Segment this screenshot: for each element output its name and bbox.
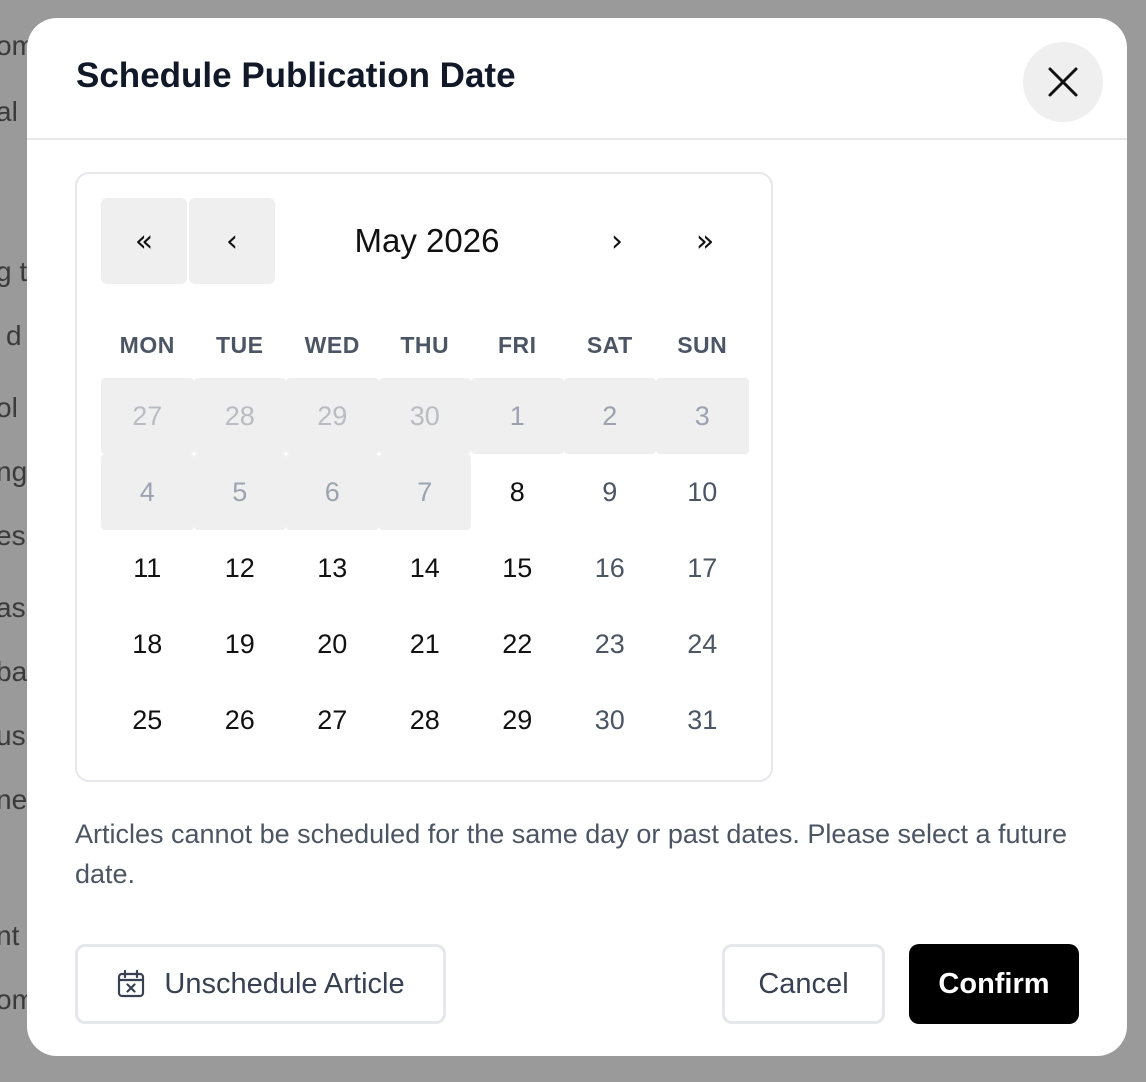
calendar-day[interactable]: 14 (379, 530, 472, 606)
calendar-day[interactable]: 27 (286, 682, 379, 758)
next-month-button[interactable]: › (574, 198, 660, 284)
confirm-button[interactable]: Confirm (909, 944, 1079, 1024)
calendar-day[interactable]: 21 (379, 606, 472, 682)
calendar-day: 6 (286, 454, 379, 530)
cancel-button[interactable]: Cancel (722, 944, 885, 1024)
calendar-day: 3 (656, 378, 749, 454)
calendar-day[interactable]: 25 (101, 682, 194, 758)
calendar-day[interactable]: 11 (101, 530, 194, 606)
weekday-label: THU (400, 332, 450, 358)
unschedule-label: Unschedule Article (164, 967, 405, 1000)
calendar-day[interactable]: 29 (471, 682, 564, 758)
weekday-header: MON TUE WED THU FRI SAT SUN (101, 332, 749, 359)
calendar-day[interactable]: 15 (471, 530, 564, 606)
next-year-button[interactable]: » (662, 198, 748, 284)
calendar-day: 5 (193, 454, 286, 530)
weekday-label: SAT (586, 332, 633, 358)
calendar-day[interactable]: 20 (286, 606, 379, 682)
calendar-day[interactable]: 18 (101, 606, 194, 682)
weekday-label: FRI (497, 332, 537, 358)
calendar-day[interactable]: 8 (471, 454, 564, 530)
weekday-label: MON (119, 332, 175, 358)
close-icon (1047, 66, 1079, 98)
background-text: us (0, 720, 26, 751)
prev-year-button[interactable]: « (101, 198, 187, 284)
dialog-title: Schedule Publication Date (76, 56, 516, 95)
background-text: ol (0, 392, 18, 423)
close-button[interactable] (1023, 42, 1103, 122)
calendar-x-icon (116, 969, 146, 999)
calendar-day[interactable]: 13 (286, 530, 379, 606)
calendar-day[interactable]: 9 (564, 454, 657, 530)
calendar-day: 28 (193, 378, 286, 454)
calendar-day[interactable]: 19 (194, 606, 287, 682)
calendar-day[interactable]: 24 (656, 606, 749, 682)
background-text: ne (0, 784, 28, 815)
calendar-day[interactable]: 28 (379, 682, 472, 758)
background-text: al (0, 96, 18, 127)
calendar-day[interactable]: 31 (656, 682, 749, 758)
calendar-day[interactable]: 23 (564, 606, 657, 682)
calendar-day: 30 (378, 378, 471, 454)
background-text: as (0, 592, 26, 623)
calendar-day[interactable]: 26 (194, 682, 287, 758)
background-text: ba (0, 656, 28, 687)
calendar-day[interactable]: 10 (656, 454, 749, 530)
calendar-day: 7 (378, 454, 471, 530)
date-picker-calendar: « ‹ May 2026 › » MON TUE WED THU FRI SAT… (75, 172, 773, 782)
background-text: d (6, 320, 22, 351)
weekday-label: TUE (216, 332, 264, 358)
calendar-day[interactable]: 12 (194, 530, 287, 606)
weekday-label: WED (304, 332, 360, 358)
calendar-day: 1 (471, 378, 564, 454)
calendar-day[interactable]: 17 (656, 530, 749, 606)
day-grid: 27 28 29 30 1 2 3 4 5 6 7 8 9 10 11 12 13 14 15 16 17 18 19 20 2… (101, 378, 749, 758)
calendar-day[interactable]: 16 (564, 530, 657, 606)
calendar-day[interactable]: 22 (471, 606, 564, 682)
dialog-header: Schedule Publication Date (27, 18, 1127, 140)
prev-month-button[interactable]: ‹ (189, 198, 275, 284)
month-label: May 2026 (354, 222, 500, 259)
background-text: es (0, 520, 26, 551)
calendar-day: 2 (563, 378, 656, 454)
weekday-label: SUN (677, 332, 728, 358)
schedule-dialog: Schedule Publication Date « ‹ May 2026 ›… (27, 18, 1127, 1056)
calendar-day[interactable]: 30 (564, 682, 657, 758)
calendar-day: 29 (286, 378, 379, 454)
background-text: g t (0, 256, 28, 287)
unschedule-article-button[interactable]: Unschedule Article (75, 944, 446, 1024)
calendar-day: 4 (101, 454, 194, 530)
scheduling-note: Articles cannot be scheduled for the sam… (75, 819, 1068, 889)
background-text: ng (0, 456, 28, 487)
calendar-day: 27 (101, 378, 194, 454)
background-text: nt (0, 920, 20, 951)
